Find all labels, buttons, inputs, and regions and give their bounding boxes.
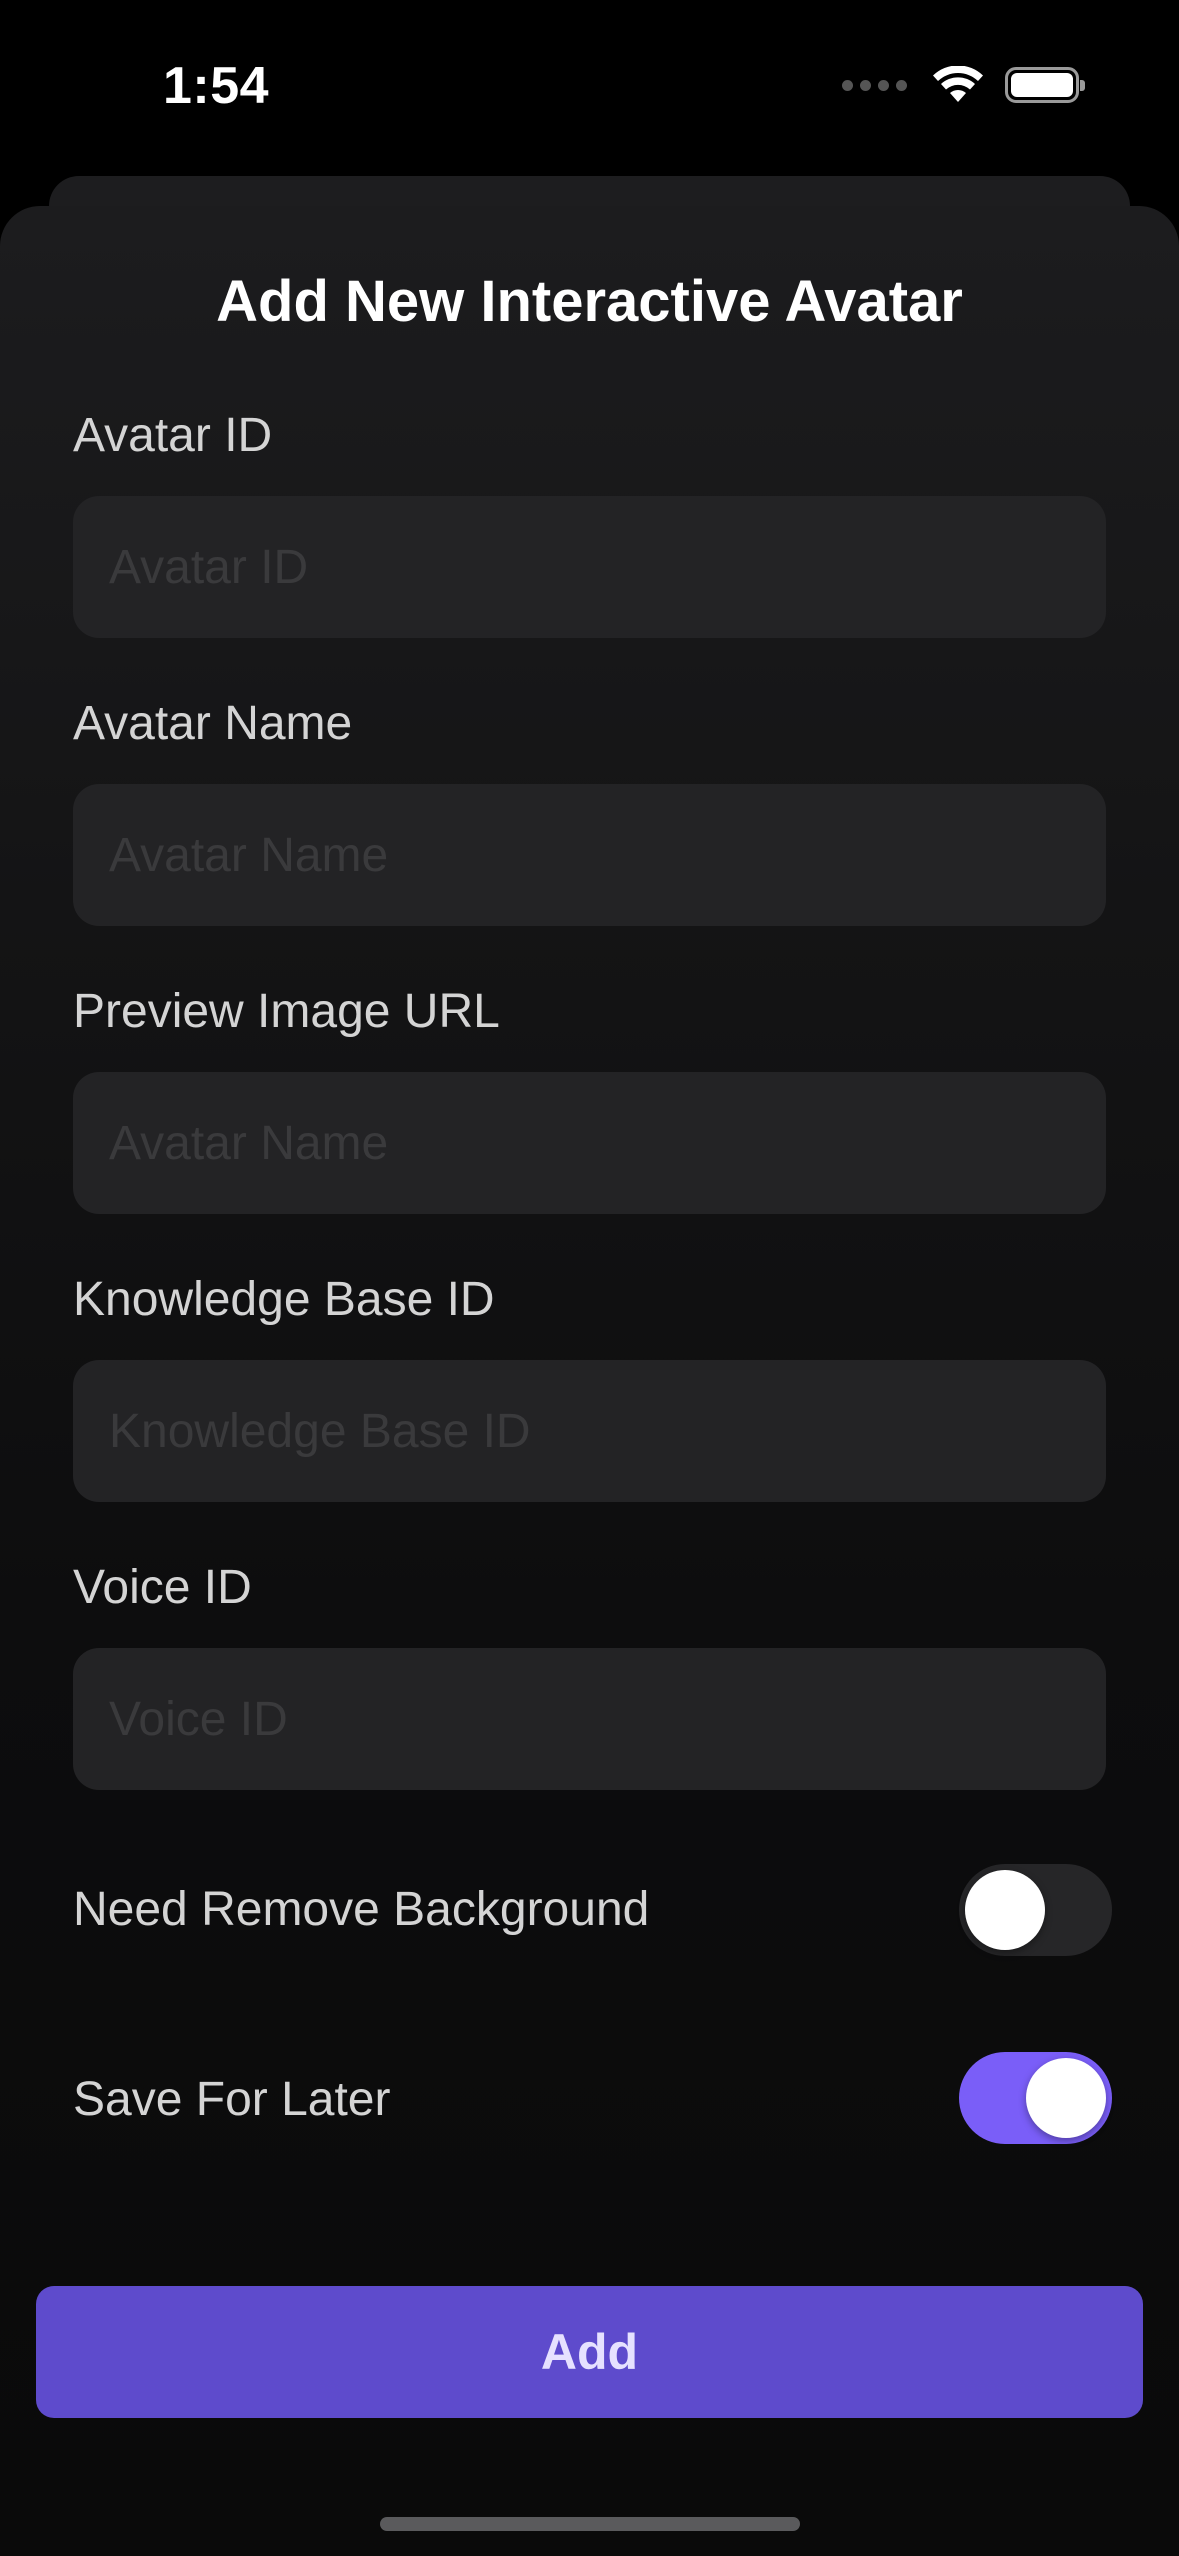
avatar-name-label: Avatar Name [73, 697, 353, 750]
knowledge-base-id-input[interactable] [73, 1360, 1106, 1502]
home-indicator [380, 2517, 800, 2531]
sheet-title: Add New Interactive Avatar [216, 269, 963, 334]
add-button[interactable]: Add [36, 2286, 1143, 2418]
status-icons [842, 66, 1085, 104]
avatar-name-input[interactable] [73, 784, 1106, 926]
wifi-icon [933, 66, 983, 102]
preview-image-url-input[interactable] [73, 1072, 1106, 1214]
voice-id-label: Voice ID [73, 1561, 252, 1614]
screen: 1:54 Add New Interactive Avatar Avatar I… [0, 0, 1179, 2556]
need-remove-background-label: Need Remove Background [73, 1883, 650, 1936]
avatar-id-label: Avatar ID [73, 409, 273, 462]
avatar-id-input[interactable] [73, 496, 1106, 638]
cellular-signal-icon [842, 79, 907, 91]
toggle-knob [965, 1870, 1045, 1950]
battery-icon [1005, 67, 1085, 103]
preview-image-url-label: Preview Image URL [73, 985, 500, 1038]
voice-id-input[interactable] [73, 1648, 1106, 1790]
status-time: 1:54 [163, 57, 270, 115]
knowledge-base-id-label: Knowledge Base ID [73, 1273, 495, 1326]
need-remove-background-toggle[interactable] [959, 1864, 1112, 1956]
save-for-later-label: Save For Later [73, 2073, 391, 2126]
save-for-later-toggle[interactable] [959, 2052, 1112, 2144]
toggle-knob [1026, 2058, 1106, 2138]
